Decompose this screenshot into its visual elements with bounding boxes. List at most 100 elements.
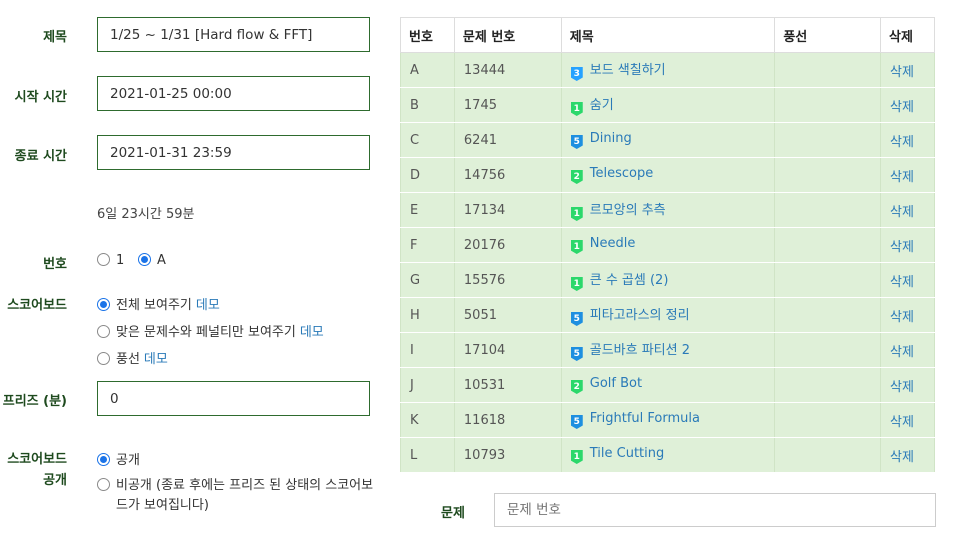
- header-problem-id: 문제 번호: [453, 17, 562, 53]
- row-title-cell: 3 보드 색칠하기: [560, 52, 776, 88]
- table-row: J 10531 2 Golf Bot 삭제: [400, 367, 935, 403]
- row-balloon: [774, 437, 882, 473]
- radio-button[interactable]: [97, 325, 110, 338]
- row-balloon: [774, 52, 882, 88]
- problem-title-link[interactable]: 르모앙의 추측: [590, 203, 666, 218]
- row-delete-cell: 삭제: [880, 122, 935, 158]
- scoreboard-option-balloon[interactable]: 풍선 데모: [97, 348, 168, 367]
- scoreboard-option-count-penalty[interactable]: 맞은 문제수와 페널티만 보여주기 데모: [97, 321, 324, 340]
- row-problem-id: 10793: [453, 437, 562, 473]
- row-label: A: [400, 52, 455, 88]
- demo-link[interactable]: 데모: [144, 352, 168, 367]
- table-row: F 20176 1 Needle 삭제: [400, 227, 935, 263]
- row-label: F: [400, 227, 455, 263]
- label-line: 공개: [43, 473, 67, 488]
- problem-title-link[interactable]: 피타고라스의 정리: [590, 308, 690, 323]
- radio-button[interactable]: [97, 253, 110, 266]
- problem-title-link[interactable]: Frightful Formula: [590, 411, 700, 426]
- freeze-input[interactable]: [97, 381, 370, 416]
- problem-title-link[interactable]: Tile Cutting: [590, 446, 665, 461]
- row-title-cell: 1 숨기: [560, 87, 776, 123]
- delete-link[interactable]: 삭제: [890, 415, 914, 430]
- row-balloon: [774, 87, 882, 123]
- row-title-cell: 2 Golf Bot: [560, 367, 776, 403]
- header-balloon: 풍선: [774, 17, 882, 53]
- problem-title-link[interactable]: Needle: [590, 236, 636, 251]
- tier-badge-icon: 3: [570, 67, 583, 81]
- row-delete-cell: 삭제: [880, 262, 935, 298]
- option-label: 전체 보여주기: [116, 298, 192, 313]
- row-title-cell: 1 르모앙의 추측: [560, 192, 776, 228]
- radio-button-selected[interactable]: [138, 253, 151, 266]
- row-title-cell: 1 Tile Cutting: [560, 437, 776, 473]
- problem-title-link[interactable]: Telescope: [590, 166, 653, 181]
- row-label: C: [400, 122, 455, 158]
- row-balloon: [774, 367, 882, 403]
- problem-title-link[interactable]: 큰 수 곱셈 (2): [590, 273, 669, 288]
- delete-link[interactable]: 삭제: [890, 240, 914, 255]
- option-label: 맞은 문제수와 페널티만 보여주기: [116, 325, 296, 340]
- label-line: 스코어보드: [7, 452, 67, 467]
- radio-button-selected[interactable]: [97, 453, 110, 466]
- delete-link[interactable]: 삭제: [890, 65, 914, 80]
- table-body: A 13444 3 보드 색칠하기 삭제 B 1745 1 숨기 삭제 C 6241 5 Dining 삭제…: [400, 52, 935, 473]
- table-row: B 1745 1 숨기 삭제: [400, 87, 935, 123]
- problem-title-link[interactable]: 골드바흐 파티션 2: [590, 343, 690, 358]
- problem-title-link[interactable]: 보드 색칠하기: [590, 63, 666, 78]
- public-option-public[interactable]: 공개: [97, 449, 140, 468]
- row-label: E: [400, 192, 455, 228]
- problem-title-link[interactable]: Dining: [590, 131, 632, 146]
- problem-title-link[interactable]: Golf Bot: [590, 376, 642, 391]
- delete-link[interactable]: 삭제: [890, 100, 914, 115]
- row-problem-id: 5051: [453, 297, 562, 333]
- row-label: K: [400, 402, 455, 438]
- delete-link[interactable]: 삭제: [890, 345, 914, 360]
- row-problem-id: 14756: [453, 157, 562, 193]
- option-label-continuation: 드가 보여집니다): [116, 498, 209, 513]
- row-balloon: [774, 122, 882, 158]
- row-delete-cell: 삭제: [880, 52, 935, 88]
- row-balloon: [774, 227, 882, 263]
- delete-link[interactable]: 삭제: [890, 450, 914, 465]
- number-option-1[interactable]: 1: [97, 253, 124, 268]
- delete-link[interactable]: 삭제: [890, 380, 914, 395]
- delete-link[interactable]: 삭제: [890, 205, 914, 220]
- row-delete-cell: 삭제: [880, 402, 935, 438]
- tier-badge-icon: 2: [570, 170, 583, 184]
- delete-link[interactable]: 삭제: [890, 170, 914, 185]
- end-time-input[interactable]: [97, 135, 370, 170]
- option-label: 비공개 (종료 후에는 프리즈 된 상태의 스코어보: [116, 478, 374, 493]
- problem-title-link[interactable]: 숨기: [590, 98, 614, 113]
- public-option-private[interactable]: 비공개 (종료 후에는 프리즈 된 상태의 스코어보 드가 보여집니다): [97, 476, 373, 516]
- row-label: L: [400, 437, 455, 473]
- start-time-label: 시작 시간: [14, 90, 67, 105]
- delete-link[interactable]: 삭제: [890, 310, 914, 325]
- tier-badge-icon: 1: [570, 450, 583, 464]
- demo-link[interactable]: 데모: [300, 325, 324, 340]
- scoreboard-option-full[interactable]: 전체 보여주기 데모: [97, 294, 220, 313]
- header-delete: 삭제: [880, 17, 935, 53]
- row-problem-id: 20176: [453, 227, 562, 263]
- start-time-input[interactable]: [97, 76, 370, 111]
- table-row: G 15576 1 큰 수 곱셈 (2) 삭제: [400, 262, 935, 298]
- table-row: D 14756 2 Telescope 삭제: [400, 157, 935, 193]
- radio-button[interactable]: [97, 352, 110, 365]
- scoreboard-public-label: 스코어보드 공개: [0, 449, 67, 491]
- delete-link[interactable]: 삭제: [890, 135, 914, 150]
- end-time-label: 종료 시간: [14, 149, 67, 164]
- problem-number-input[interactable]: [494, 493, 936, 527]
- demo-link[interactable]: 데모: [196, 298, 220, 313]
- tier-badge-icon: 1: [570, 240, 583, 254]
- title-input[interactable]: [97, 17, 370, 52]
- row-problem-id: 6241: [453, 122, 562, 158]
- delete-link[interactable]: 삭제: [890, 275, 914, 290]
- row-problem-id: 15576: [453, 262, 562, 298]
- table-row: C 6241 5 Dining 삭제: [400, 122, 935, 158]
- row-title-cell: 5 Frightful Formula: [560, 402, 776, 438]
- radio-button-selected[interactable]: [97, 298, 110, 311]
- number-option-a[interactable]: A: [138, 253, 166, 268]
- radio-button[interactable]: [97, 478, 110, 491]
- header-title: 제목: [560, 17, 776, 53]
- add-problem-label: 문제: [441, 506, 465, 521]
- row-title-cell: 2 Telescope: [560, 157, 776, 193]
